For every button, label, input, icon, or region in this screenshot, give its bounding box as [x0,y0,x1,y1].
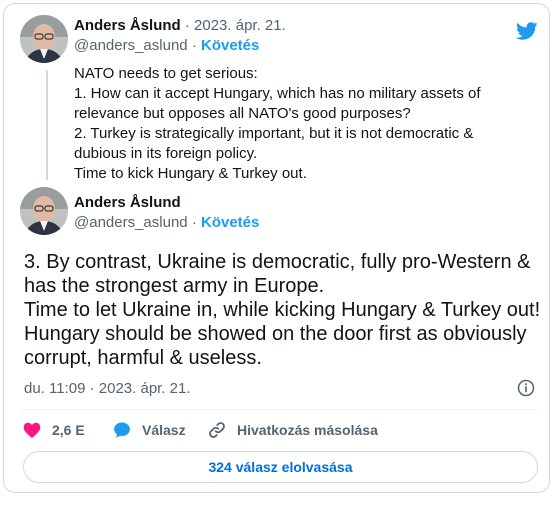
tweet-text-line: Time to kick Hungary & Turkey out. [74,165,307,182]
tweet-text-line: Time to let Ukraine in, while kicking Hu… [24,299,541,321]
tweet-text-line: corrupt, harmful & useless. [24,347,262,369]
like-count: 2,6 E [52,422,85,438]
tweet-text-line: 1. How can it accept Hungary, which has … [74,85,481,102]
follow-link[interactable]: Követés [201,37,259,54]
tweet-text-line: has the strongest army in Europe. [24,275,325,297]
main-tweet-text: 3. By contrast, Ukraine is democratic, f… [24,250,541,370]
copy-link-label: Hivatkozás másolása [237,422,378,438]
tweet-date[interactable]: · 2023. ápr. 21. [185,17,286,34]
tweet-text-line: 3. By contrast, Ukraine is democratic, f… [24,251,531,273]
like-button[interactable]: 2,6 E [22,419,85,441]
tweet-embed-card: Anders Åslund · 2023. ápr. 21. @anders_a… [3,3,550,493]
link-icon [209,422,225,438]
tweet-text-line: relevance but opposes all NATO's good pu… [74,105,411,122]
avatar[interactable] [20,15,68,63]
heart-icon [23,422,41,438]
copy-link-button[interactable]: Hivatkozás másolása [207,419,378,441]
quoted-tweet-text: NATO needs to get serious: 1. How can it… [74,64,534,184]
tweet-text-line: Hungary should be showed on the door fir… [24,323,527,345]
quoted-handle-row: @anders_aslund · Követés [74,36,259,56]
avatar-photo [20,187,68,235]
follow-link[interactable]: Követés [201,214,259,231]
reply-label: Válasz [142,422,186,438]
thread-connector-line [46,70,48,180]
tweet-timestamp[interactable]: du. 11:09 · 2023. ápr. 21. [24,379,191,399]
divider [21,409,538,410]
author-handle[interactable]: @anders_aslund [74,214,188,231]
read-replies-label: 324 válasz elolvasása [208,459,353,475]
tweet-text-line: 2. Turkey is strategically important, bu… [74,125,474,142]
read-replies-button[interactable]: 324 válasz elolvasása [23,451,538,483]
avatar-photo [20,15,68,63]
author-handle[interactable]: @anders_aslund [74,37,188,54]
info-icon[interactable] [516,378,536,398]
quoted-author-row: Anders Åslund · 2023. ápr. 21. [74,16,286,36]
reply-button[interactable]: Válasz [112,419,186,441]
twitter-bird-icon[interactable] [514,20,540,42]
separator-dot: · [191,37,197,54]
author-name[interactable]: Anders Åslund [74,194,181,211]
tweet-text-line: dubious in its foreign policy. [74,145,258,162]
main-author-row: Anders Åslund [74,193,181,213]
separator-dot: · [191,214,197,231]
tweet-text-line: NATO needs to get serious: [74,65,258,82]
reply-bubble-icon [114,422,130,438]
avatar[interactable] [20,187,68,235]
main-handle-row: @anders_aslund · Követés [74,213,259,233]
author-name[interactable]: Anders Åslund [74,17,181,34]
